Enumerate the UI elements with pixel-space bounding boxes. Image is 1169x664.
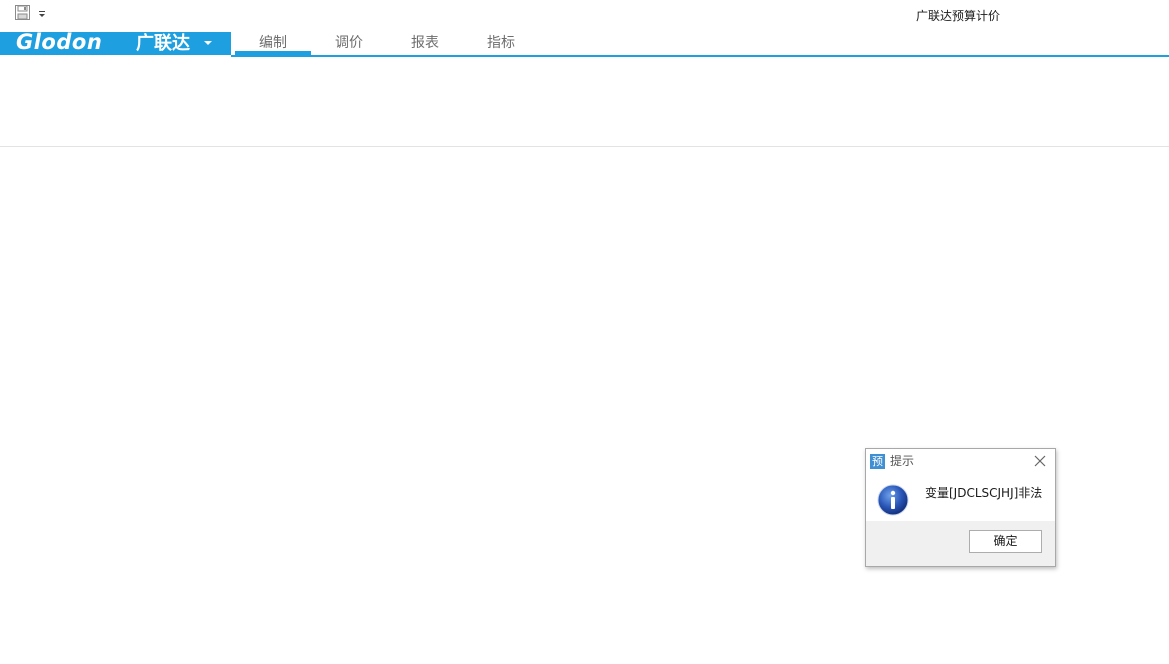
customize-dropdown-icon[interactable] bbox=[38, 9, 46, 19]
app-window: 广联达预算计价 Glodon 广联达 编制 调价 报表 指标 预 提示 变量[J… bbox=[0, 0, 1169, 664]
tab-baobiao[interactable]: 报表 bbox=[387, 32, 463, 55]
info-icon bbox=[877, 484, 909, 516]
dialog-title: 提示 bbox=[890, 454, 915, 468]
glodon-logo-text: Glodon bbox=[16, 30, 103, 54]
quick-access-toolbar: 广联达预算计价 bbox=[0, 0, 1169, 30]
tab-tiaojia[interactable]: 调价 bbox=[311, 32, 387, 55]
message-dialog: 预 提示 变量[JDCLSCJHJ]非法 确定 bbox=[865, 448, 1056, 567]
save-icon[interactable] bbox=[15, 5, 30, 20]
caret-down-icon bbox=[204, 41, 212, 45]
dialog-titlebar[interactable]: 预 提示 bbox=[866, 449, 1055, 473]
ribbon-tab-row: Glodon 广联达 编制 调价 报表 指标 bbox=[0, 30, 1169, 55]
tab-zhibiao[interactable]: 指标 bbox=[463, 32, 539, 55]
close-icon[interactable] bbox=[1033, 454, 1047, 468]
window-title: 广联达预算计价 bbox=[916, 9, 1001, 23]
main-workspace bbox=[0, 147, 1169, 664]
app-menu-button[interactable]: Glodon 广联达 bbox=[0, 30, 231, 55]
ok-button[interactable]: 确定 bbox=[969, 530, 1042, 553]
dialog-footer: 确定 bbox=[866, 521, 1055, 566]
app-icon: 预 bbox=[870, 454, 885, 469]
dialog-message: 变量[JDCLSCJHJ]非法 bbox=[925, 486, 1043, 500]
ribbon-panel bbox=[0, 57, 1169, 147]
glodon-logo-cn: 广联达 bbox=[136, 33, 190, 54]
